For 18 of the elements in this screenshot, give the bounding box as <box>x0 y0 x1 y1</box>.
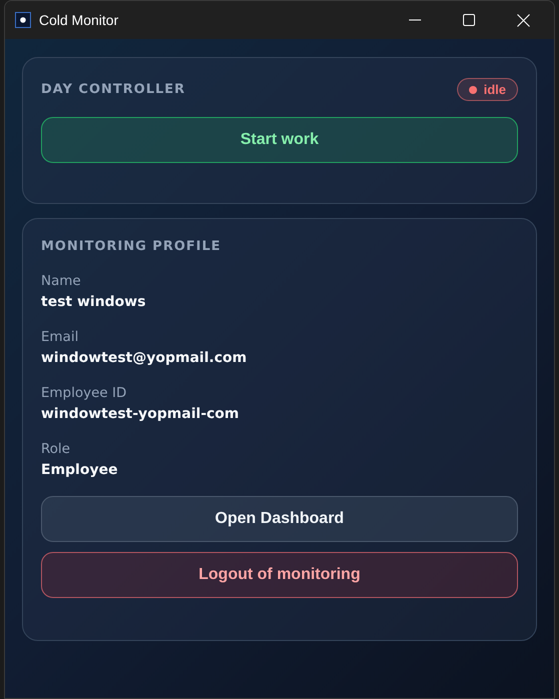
field-value: Employee <box>41 462 118 478</box>
field-label: Role <box>41 441 70 457</box>
app-icon <box>15 12 31 28</box>
logout-button[interactable]: Logout of monitoring <box>41 552 518 598</box>
start-work-button[interactable]: Start work <box>41 117 518 163</box>
field-value: test windows <box>41 294 146 310</box>
field-label: Employee ID <box>41 385 127 401</box>
field-label: Email <box>41 329 78 345</box>
maximize-icon <box>463 14 475 26</box>
field-value: windowtest-yopmail-com <box>41 406 240 422</box>
field-value: windowtest@yopmail.com <box>41 350 247 366</box>
card-title: MONITORING PROFILE <box>41 239 222 254</box>
status-badge: idle <box>456 78 518 101</box>
close-icon <box>516 14 530 26</box>
card-title: DAY CONTROLLER <box>41 82 186 97</box>
dashboard-button[interactable]: Open Dashboard <box>41 496 518 542</box>
field-label: Name <box>41 273 81 289</box>
window-title: Cold Monitor <box>39 12 120 28</box>
